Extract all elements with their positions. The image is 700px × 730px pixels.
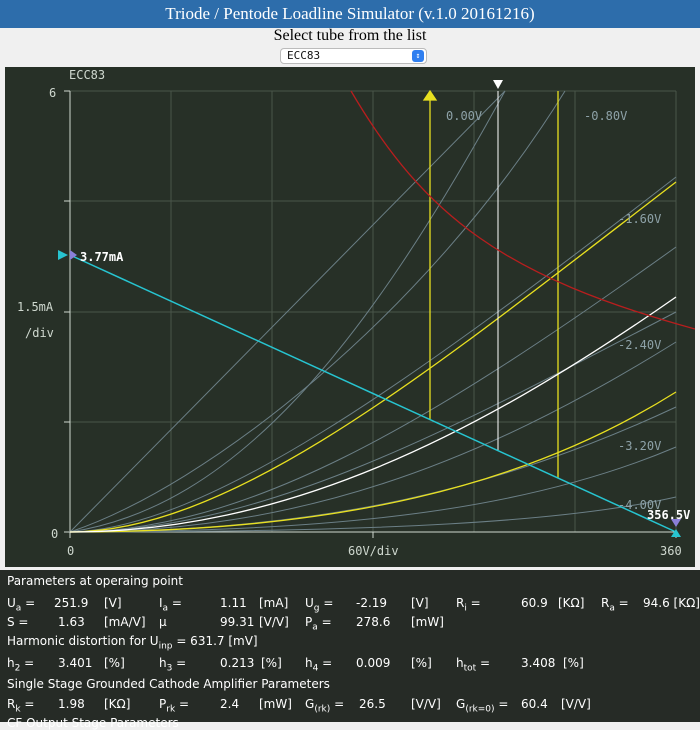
section-operating-point: Parameters at operaing point	[7, 574, 183, 588]
param-grk0-label: G(rk=0) =	[456, 697, 509, 715]
section-amplifier: Single Stage Grounded Cathode Amplifier …	[7, 677, 330, 691]
param-rk-value: 1.98	[58, 697, 85, 711]
param-htot-unit: [%]	[563, 656, 584, 670]
section-cf-output: CF Output Stage Parameters	[7, 716, 179, 730]
tube-label: ECC83	[69, 68, 105, 82]
operating-point-marker-icon[interactable]	[493, 80, 503, 89]
param-prk-value: 2.4	[220, 697, 240, 711]
current-marker-label: 3.77mA	[80, 250, 124, 264]
param-pa-unit: [mW]	[411, 615, 444, 629]
x-div-label: 60V/div	[348, 544, 399, 558]
chevron-updown-icon: ↕	[412, 50, 424, 62]
param-ua-label: Ua =	[7, 596, 36, 614]
param-ri-label: Ri =	[456, 596, 481, 614]
param-grk-value: 26.5	[359, 697, 386, 711]
app-title: Triode / Pentode Loadline Simulator (v.1…	[0, 0, 700, 28]
tube-select-value: ECC83	[287, 49, 321, 62]
param-h4-value: 0.009	[356, 656, 391, 670]
param-s-value: 1.63	[58, 615, 85, 629]
param-grk-unit: [V/V]	[411, 697, 441, 711]
param-ri-unit: [KΩ]	[558, 596, 585, 610]
voltage-marker-label: 356.5V	[647, 508, 690, 522]
swing-arrow-icon	[422, 89, 438, 101]
y-mid-label: 1.5mA	[17, 300, 54, 314]
grid-label-4: -3.20V	[618, 439, 661, 453]
param-ia-label: Ia =	[159, 596, 182, 614]
grid-label-2: -1.60V	[618, 212, 661, 226]
param-ug-label: Ug =	[305, 596, 334, 614]
param-ia-value: 1.11	[220, 596, 247, 610]
x-max-label: 360	[660, 544, 682, 558]
section-harmonic-distortion: Harmonic distortion for Uinp = 631.7 [mV…	[7, 634, 258, 652]
param-h3-value: 0.213	[220, 656, 255, 670]
x-zero-label: 0	[67, 544, 74, 558]
param-ug-unit: [V]	[411, 596, 429, 610]
param-ug-value: -2.19	[356, 596, 388, 610]
param-h2-unit: [%]	[104, 656, 125, 670]
param-pa-label: Pa =	[305, 615, 332, 633]
param-h3-label: h3 =	[159, 656, 187, 674]
y-top-label: 6	[49, 86, 56, 100]
param-ra-label: Ra =	[601, 596, 629, 614]
param-prk-unit: [mW]	[259, 697, 292, 711]
param-s-unit: [mA/V]	[104, 615, 146, 629]
param-ia-unit: [mA]	[259, 596, 289, 610]
param-h2-label: h2 =	[7, 656, 35, 674]
param-grk0-value: 60.4	[521, 697, 548, 711]
plot-canvas[interactable]: ECC83 6 1.5mA /div 0 0 60V/div 360 0.00V…	[5, 67, 695, 567]
param-mu-label: μ	[159, 615, 167, 629]
param-grk0-unit: [V/V]	[561, 697, 591, 711]
param-ri-value: 60.9	[521, 596, 548, 610]
param-grk-label: G(rk) =	[305, 697, 345, 715]
grid-label-3: -2.40V	[618, 338, 661, 352]
param-ra-value: 94.6 [KΩ]	[643, 596, 700, 610]
current-marker-icon[interactable]	[58, 250, 68, 260]
plot-area[interactable]: ECC83 6 1.5mA /div 0 0 60V/div 360 0.00V…	[5, 67, 695, 567]
param-mu-value: 99.31	[220, 615, 255, 629]
param-rk-unit: [KΩ]	[104, 697, 131, 711]
y-zero-label: 0	[51, 527, 58, 541]
param-rk-label: Rk =	[7, 697, 35, 715]
param-h4-unit: [%]	[411, 656, 432, 670]
param-h3-unit: [%]	[261, 656, 282, 670]
param-h4-label: h4 =	[305, 656, 333, 674]
parameters-panel: Parameters at operaing point Ua = 251.9 …	[0, 570, 700, 730]
param-s-label: S =	[7, 615, 29, 629]
param-htot-label: htot =	[456, 656, 491, 674]
param-htot-value: 3.408	[521, 656, 556, 670]
tube-select[interactable]: ECC83 ↕	[280, 48, 427, 64]
param-prk-label: Prk =	[159, 697, 190, 715]
param-h2-value: 3.401	[58, 656, 93, 670]
param-mu-unit: [V/V]	[259, 615, 289, 629]
param-ua-unit: [V]	[104, 596, 122, 610]
select-tube-label: Select tube from the list	[273, 27, 427, 44]
grid-label-0: 0.00V	[446, 109, 482, 123]
grid-label-1: -0.80V	[584, 109, 627, 123]
param-pa-value: 278.6	[356, 615, 391, 629]
y-div-label: /div	[25, 326, 54, 340]
param-ua-value: 251.9	[54, 596, 89, 610]
